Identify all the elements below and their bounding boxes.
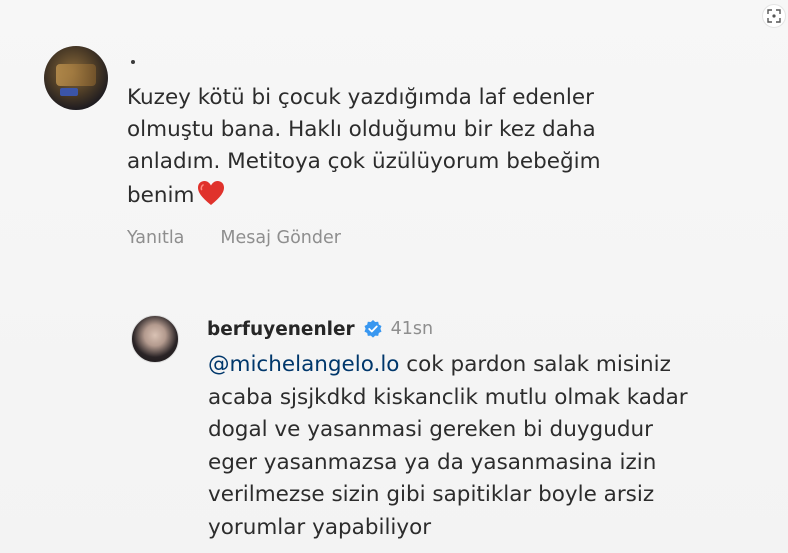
verified-icon: [363, 319, 383, 339]
reply-text: @michelangelo.lo cok pardon salak misini…: [208, 349, 788, 544]
reply-text-content: cok pardon salak misiniz acaba sjsjkdkd …: [208, 352, 688, 540]
comment-text: Kuzey kötü bi çocuk yazdığımda laf edenl…: [127, 82, 727, 212]
avatar[interactable]: [44, 46, 108, 110]
heart-icon: [196, 178, 226, 208]
reply-button[interactable]: Yanıtla: [127, 228, 184, 248]
avatar[interactable]: [131, 315, 179, 363]
screenshot-frame: Kuzey kötü bi çocuk yazdığımda laf edenl…: [0, 0, 788, 553]
comment-actions: Yanıtla Mesaj Gönder: [127, 228, 341, 248]
comment-header: berfuyenenler 41sn: [207, 315, 433, 343]
send-message-button[interactable]: Mesaj Gönder: [220, 228, 341, 248]
expand-icon[interactable]: [762, 4, 786, 28]
timestamp: 41sn: [390, 319, 434, 339]
username[interactable]: berfuyenenler: [207, 319, 355, 340]
username-redacted: [131, 60, 135, 64]
mention-link[interactable]: @michelangelo.lo: [208, 352, 399, 377]
